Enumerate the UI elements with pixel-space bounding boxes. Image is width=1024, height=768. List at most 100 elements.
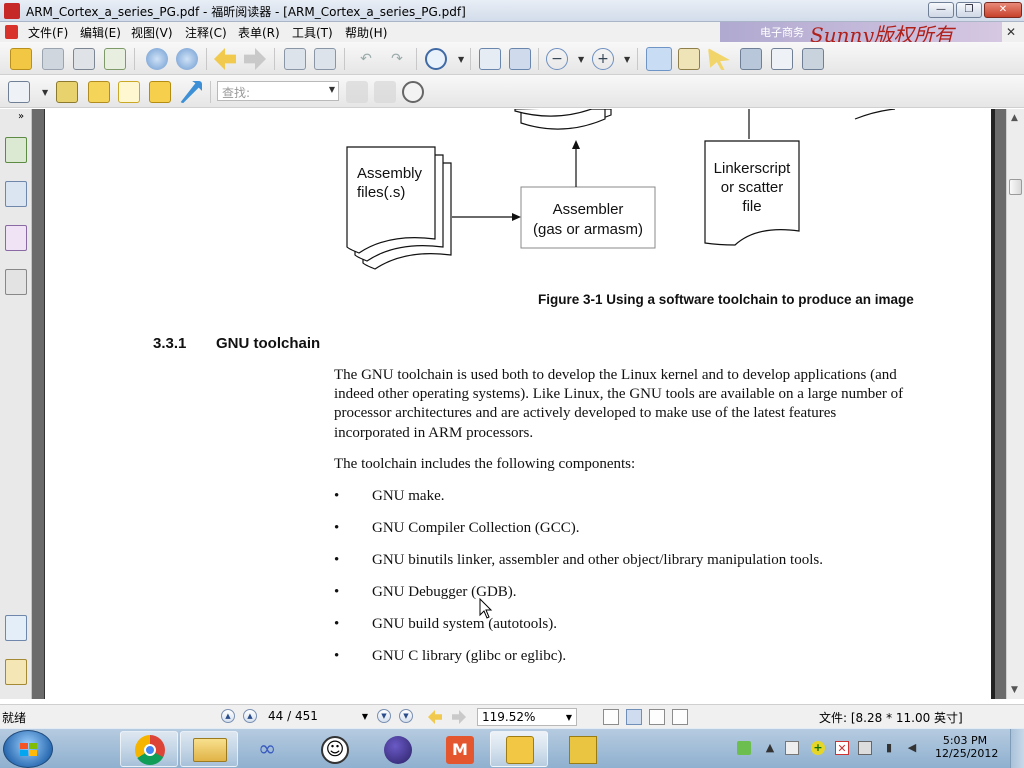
usb-tray-icon[interactable] [858, 741, 872, 755]
find-icon[interactable] [740, 48, 762, 70]
prev-page-icon[interactable]: ▲ [243, 709, 257, 723]
continuous-view-icon[interactable] [626, 709, 642, 725]
select-annotation-icon[interactable] [708, 48, 730, 70]
taskbar-eclipse[interactable] [368, 731, 426, 767]
facing-view-icon[interactable] [649, 709, 665, 725]
start-button[interactable] [3, 730, 53, 768]
open-icon[interactable] [10, 48, 32, 70]
zoom-icon[interactable] [425, 48, 447, 70]
next-page-icon[interactable] [176, 48, 198, 70]
zoom-in-icon[interactable]: + [592, 48, 614, 70]
show-hidden-icons[interactable]: ▲ [763, 741, 777, 755]
layers-icon[interactable] [5, 225, 27, 251]
search-input[interactable]: 查找: ▼ [217, 81, 339, 101]
signal-tray-icon[interactable]: ▮ [882, 741, 896, 755]
scroll-down-icon[interactable]: ▼ [1011, 685, 1018, 695]
volume-tray-icon[interactable]: ◀ [905, 741, 919, 755]
select-text-icon[interactable] [678, 48, 700, 70]
taskbar-smiley-app[interactable]: ☺ [305, 731, 363, 767]
network-tray-icon[interactable] [785, 741, 799, 755]
taskbar-file-explorer[interactable] [180, 731, 238, 767]
menu-tools[interactable]: 工具(T) [292, 24, 333, 41]
document-menu-icon[interactable] [5, 25, 18, 39]
forward-arrow-icon[interactable] [244, 48, 266, 70]
menu-edit[interactable]: 编辑(E) [80, 24, 121, 41]
extract-pages-icon[interactable] [284, 48, 306, 70]
bookmarks-icon[interactable] [5, 137, 27, 163]
comment-tool-icon[interactable] [149, 81, 171, 103]
collapse-panel-icon[interactable]: » [18, 111, 24, 122]
page-dropdown-icon[interactable]: ▼ [362, 712, 368, 721]
ad-banner[interactable]: 电子商务 Sunny版权所有 [720, 22, 1002, 47]
previous-page-icon[interactable] [146, 48, 168, 70]
search-dropdown-icon[interactable]: ▼ [329, 85, 335, 94]
maximize-button[interactable]: ❐ [956, 2, 982, 18]
menu-view[interactable]: 视图(V) [131, 24, 173, 41]
document-close-icon[interactable]: ✕ [1006, 25, 1016, 39]
zoom-out-dropdown-icon[interactable]: ▼ [578, 55, 584, 64]
zoom-out-icon[interactable]: − [546, 48, 568, 70]
page-number-field[interactable]: 44 / 451 ▼ [262, 708, 372, 726]
typewriter-icon[interactable] [771, 48, 793, 70]
mouse-cursor-icon [479, 598, 493, 619]
show-desktop-button[interactable] [1010, 729, 1024, 768]
flag-tray-icon[interactable]: ✕ [835, 741, 849, 755]
zoom-dropdown-icon[interactable]: ▼ [458, 55, 464, 64]
snapshot-icon[interactable] [802, 48, 824, 70]
zoom-level-dropdown-icon[interactable]: ▼ [566, 713, 572, 722]
attachments-icon[interactable] [5, 269, 27, 295]
close-button[interactable]: ✕ [984, 2, 1022, 18]
menu-form[interactable]: 表单(R) [238, 24, 280, 41]
taskbar-mindmanager[interactable]: M [430, 731, 488, 767]
advanced-search-icon[interactable] [402, 81, 424, 103]
zoom-level-field[interactable]: 119.52% ▼ [477, 708, 577, 726]
pencil-tool-icon[interactable] [88, 81, 110, 103]
toolbar-separator [274, 48, 275, 70]
email-icon[interactable] [104, 48, 126, 70]
note-tool-icon[interactable] [8, 81, 30, 103]
update-tray-icon[interactable]: + [811, 741, 825, 755]
forward-view-icon[interactable] [452, 710, 466, 724]
save-icon[interactable] [42, 48, 64, 70]
link-tool-icon[interactable] [56, 81, 78, 103]
redo-icon[interactable]: ↷ [386, 48, 408, 70]
bullet-marker: • [334, 488, 340, 504]
bullet-marker: • [334, 648, 340, 664]
menu-comment[interactable]: 注释(C) [185, 24, 227, 41]
single-page-view-icon[interactable] [603, 709, 619, 725]
menu-file[interactable]: 文件(F) [28, 24, 68, 41]
minimize-button[interactable]: — [928, 2, 954, 18]
next-page-icon[interactable]: ▼ [377, 709, 391, 723]
hand-tool-icon[interactable] [646, 47, 672, 71]
undo-icon[interactable]: ↶ [355, 48, 377, 70]
insert-pages-icon[interactable] [314, 48, 336, 70]
note-tool-dropdown-icon[interactable]: ▼ [42, 88, 48, 97]
paperclip-icon[interactable] [5, 659, 27, 685]
fit-page-icon[interactable] [479, 48, 501, 70]
textbox-tool-icon[interactable] [118, 81, 140, 103]
zoom-in-dropdown-icon[interactable]: ▼ [624, 55, 630, 64]
document-viewport[interactable]: Assembly files(.s) Assembler (gas or arm… [32, 109, 1006, 699]
fit-width-icon[interactable] [509, 48, 531, 70]
back-arrow-icon[interactable] [214, 48, 236, 70]
find-next-icon[interactable] [374, 81, 396, 103]
pages-thumbnail-icon[interactable] [5, 181, 27, 207]
taskbar-puzzle-app[interactable] [553, 731, 611, 767]
print-icon[interactable] [73, 48, 95, 70]
back-view-icon[interactable] [428, 710, 442, 724]
system-clock[interactable]: 5:03 PM 12/25/2012 [935, 734, 998, 760]
find-previous-icon[interactable] [346, 81, 368, 103]
taskbar-chrome[interactable] [120, 731, 178, 767]
menu-help[interactable]: 帮助(H) [345, 24, 387, 41]
comments-panel-icon[interactable] [5, 615, 27, 641]
vertical-scrollbar[interactable]: ▲ ▼ [1006, 109, 1024, 699]
taskbar-infinity-app[interactable]: ∞ [243, 731, 301, 767]
last-page-icon[interactable]: ▼ [399, 709, 413, 723]
scroll-up-icon[interactable]: ▲ [1011, 113, 1018, 123]
taskbar-foxit-reader[interactable] [490, 731, 548, 767]
arrow-tool-icon[interactable] [180, 81, 202, 103]
scroll-thumb[interactable] [1009, 179, 1022, 195]
battery-tray-icon[interactable] [737, 741, 751, 755]
first-page-icon[interactable]: ▲ [221, 709, 235, 723]
continuous-facing-view-icon[interactable] [672, 709, 688, 725]
